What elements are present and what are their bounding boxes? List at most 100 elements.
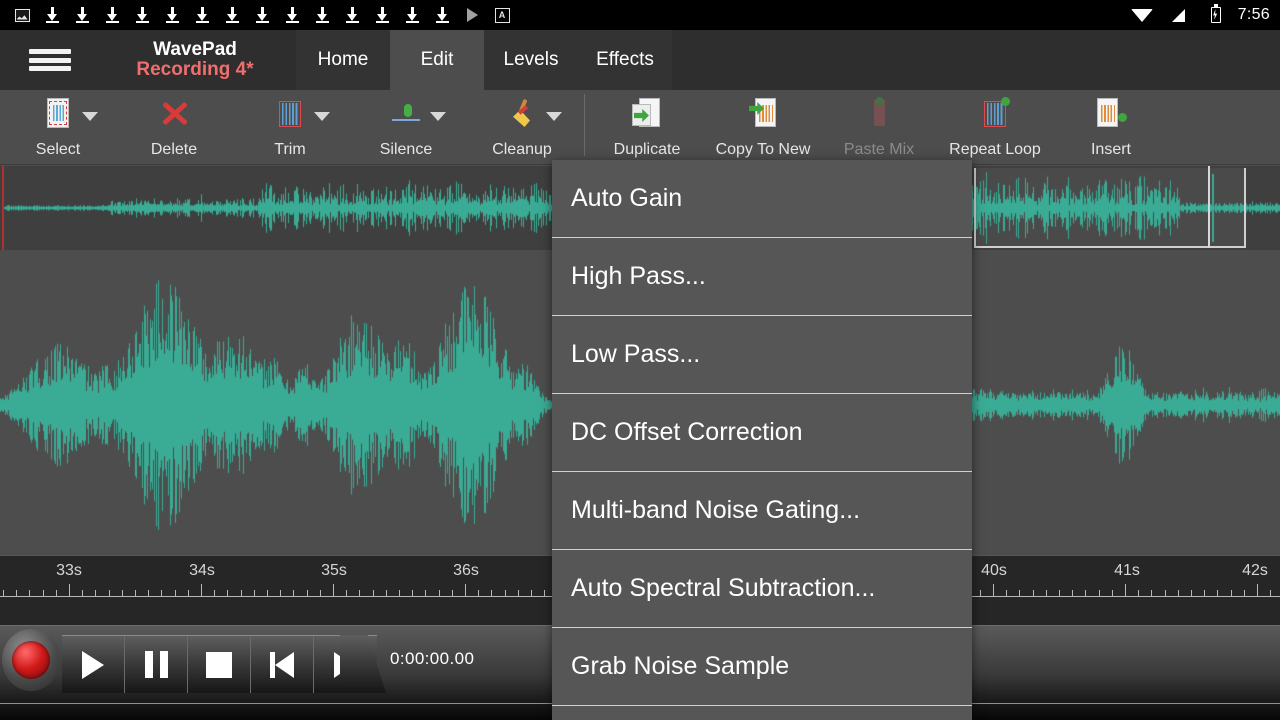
download-icon [97, 4, 127, 26]
a-badge-icon: A [487, 4, 517, 26]
ribbon-paste-mix-button: Paste Mix [821, 90, 937, 164]
ruler-tick [373, 590, 374, 597]
ruler-tick [175, 590, 176, 597]
download-icon [307, 4, 337, 26]
ribbon-edit-group: SelectDeleteTrimSilenceCleanup [0, 90, 580, 164]
hamburger-icon[interactable] [0, 30, 100, 90]
ruler-tick [1112, 590, 1113, 597]
ruler-tick [333, 584, 334, 597]
ruler-tick [1204, 590, 1205, 597]
menu-item-low-pass[interactable]: Low Pass... [552, 316, 972, 394]
download-icon [397, 4, 427, 26]
tab-levels[interactable]: Levels [484, 30, 578, 90]
select-icon [41, 97, 75, 131]
ruler-tick [1138, 590, 1139, 597]
ruler-tick [280, 590, 281, 597]
ribbon-cleanup-button[interactable]: Cleanup [464, 90, 580, 164]
cleanup-dropdown-menu: Auto Gain High Pass... Low Pass... DC Offse… [552, 160, 972, 720]
menu-item-auto-spectral-subtraction[interactable]: Auto Spectral Subtraction... [552, 550, 972, 628]
chevron-down-icon[interactable] [430, 112, 446, 121]
ruler-tick [1151, 590, 1152, 597]
chevron-down-icon[interactable] [546, 112, 562, 121]
ruler-tick [135, 590, 136, 597]
ruler-tick [980, 590, 981, 597]
repeat-loop-icon [978, 97, 1012, 131]
ribbon-copy-to-new-button[interactable]: Copy To New [705, 90, 821, 164]
ribbon-select-button[interactable]: Select [0, 90, 116, 164]
ruler-tick [491, 590, 492, 597]
ruler-tick [56, 590, 57, 597]
menu-item-label: Grab Noise Sample [571, 652, 789, 681]
ruler-tick [1006, 590, 1007, 597]
tab-label: Levels [504, 49, 559, 71]
menu-item-grab-noise-sample[interactable]: Grab Noise Sample [552, 628, 972, 706]
ribbon-item-label: Copy To New [705, 141, 821, 159]
chevron-down-icon[interactable] [82, 112, 98, 121]
menu-item-multi-band-noise-gating[interactable]: Multi-band Noise Gating... [552, 472, 972, 550]
ribbon-item-label: Cleanup [464, 141, 580, 159]
app-title-bar: WavePad Recording 4* HomeEditLevelsEffec… [0, 30, 1280, 90]
menu-item-label: Auto Spectral Subtraction... [571, 574, 875, 603]
menu-item-dc-offset-correction[interactable]: DC Offset Correction [552, 394, 972, 472]
menu-item-label: DC Offset Correction [571, 418, 803, 447]
ruler-label: 36s [453, 562, 479, 580]
ruler-tick [214, 590, 215, 597]
ruler-tick [439, 590, 440, 597]
record-button[interactable] [2, 629, 60, 691]
ruler-tick [1019, 590, 1020, 597]
ruler-tick [320, 590, 321, 597]
ribbon-repeat-loop-button[interactable]: Repeat Loop [937, 90, 1053, 164]
ribbon-item-label: Silence [348, 141, 464, 159]
tab-label: Home [318, 49, 369, 71]
download-icon [427, 4, 457, 26]
ribbon-duplicate-button[interactable]: Duplicate [589, 90, 705, 164]
download-icon [337, 4, 367, 26]
ruler-tick [241, 590, 242, 597]
ruler-label: 42s [1242, 562, 1268, 580]
ribbon-insert-button[interactable]: Insert [1053, 90, 1169, 164]
ruler-tick [518, 590, 519, 597]
image-icon [7, 4, 37, 26]
menu-item-auto-gain[interactable]: Auto Gain [552, 160, 972, 238]
pause-button[interactable] [125, 636, 188, 693]
ruler-label: 35s [321, 562, 347, 580]
ruler-tick [1099, 590, 1100, 597]
ruler-tick [1270, 590, 1271, 597]
wavepad-app-window: A 7:56 WavePad Recording 4* HomeEditLeve… [0, 0, 1280, 720]
ruler-tick [412, 590, 413, 597]
ribbon-silence-button[interactable]: Silence [348, 90, 464, 164]
ruler-label: 41s [1114, 562, 1140, 580]
ribbon-separator [584, 94, 585, 156]
menu-item-label: Low Pass... [571, 340, 700, 369]
ruler-label: 40s [981, 562, 1007, 580]
ribbon-item-label: Repeat Loop [937, 141, 1053, 159]
chevron-down-icon[interactable] [314, 112, 330, 121]
ruler-tick [1046, 590, 1047, 597]
ruler-tick [1125, 584, 1126, 597]
ruler-tick [425, 590, 426, 597]
ribbon-clipboard-group: DuplicateCopy To NewPaste MixRepeat Loop… [589, 90, 1169, 164]
ruler-tick [109, 590, 110, 597]
play-button[interactable] [62, 636, 125, 693]
tab-label: Edit [421, 49, 454, 71]
ruler-tick [544, 590, 545, 597]
menu-item-label: High Pass... [571, 262, 706, 291]
tab-home[interactable]: Home [296, 30, 390, 90]
ruler-tick [1217, 590, 1218, 597]
copy-to-new-icon [746, 97, 780, 131]
ruler-tick [1257, 584, 1258, 597]
overview-zoom-region[interactable] [974, 168, 1246, 248]
tab-effects[interactable]: Effects [578, 30, 672, 90]
download-icon [157, 4, 187, 26]
paste-mix-icon [862, 97, 896, 131]
tab-edit[interactable]: Edit [390, 30, 484, 90]
trim-icon [273, 97, 307, 131]
ribbon-delete-button[interactable]: Delete [116, 90, 232, 164]
ribbon-trim-button[interactable]: Trim [232, 90, 348, 164]
menu-item-high-pass[interactable]: High Pass... [552, 238, 972, 316]
ruler-tick [307, 590, 308, 597]
ruler-tick [1033, 590, 1034, 597]
transport-button-group [62, 635, 377, 693]
skip-start-button[interactable] [251, 636, 314, 693]
stop-button[interactable] [188, 636, 251, 693]
